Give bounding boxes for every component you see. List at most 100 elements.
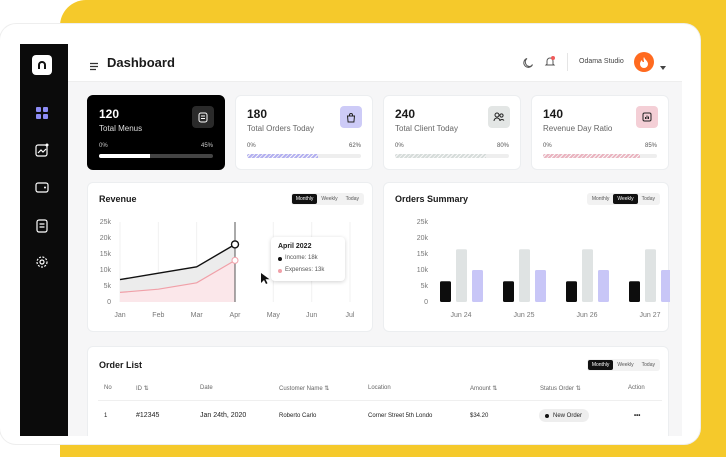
- stat-label: Total Menus: [99, 124, 143, 133]
- stat-card-total-menus[interactable]: 120 Total Menus 0% 45%: [87, 95, 225, 170]
- row-location: Corner Street 5th Londo: [368, 413, 433, 419]
- x-tick-label: May: [267, 312, 281, 319]
- order-list-period-tabs: Monthly Weekly Today: [586, 359, 660, 371]
- app-screen: Dashboard Odama Studio 120 Total Menus 0…: [20, 44, 682, 436]
- sort-icon[interactable]: ⇅: [144, 386, 149, 392]
- row-action-button[interactable]: •••: [634, 413, 640, 419]
- stat-value: 180: [247, 107, 268, 121]
- sort-icon[interactable]: ⇅: [492, 386, 497, 392]
- progress-fill: [543, 154, 640, 158]
- wallet-icon[interactable]: [35, 180, 49, 194]
- bag-icon: [340, 106, 362, 128]
- bar: [456, 249, 467, 302]
- header-customer[interactable]: Customer Name ⇅: [279, 385, 329, 392]
- row-id[interactable]: #12345: [136, 412, 159, 419]
- x-tick-label: Mar: [191, 312, 204, 319]
- bar: [519, 249, 530, 302]
- header-id[interactable]: ID ⇅: [136, 385, 149, 392]
- stat-label: Revenue Day Ratio: [543, 124, 613, 133]
- y-tick-label: 5k: [104, 283, 112, 290]
- header-customer-label: Customer Name: [279, 386, 323, 392]
- x-tick-label: Jun 26: [576, 312, 597, 319]
- income-point: [230, 240, 240, 249]
- stat-label: Total Orders Today: [247, 124, 314, 133]
- menu-icon[interactable]: [89, 58, 99, 76]
- header-amount[interactable]: Amount ⇅: [470, 385, 497, 392]
- bar: [629, 281, 640, 302]
- progress-track: [395, 154, 509, 158]
- bar: [598, 270, 609, 302]
- orders-chart: 25k 20k 15k 10k 5k 0 Jun 24 Jun 25 Jun 26 Jun 27: [417, 219, 670, 319]
- bell-icon[interactable]: [544, 55, 556, 73]
- users-icon: [488, 106, 510, 128]
- stat-card-total-orders[interactable]: 180 Total Orders Today 0% 62%: [235, 95, 373, 170]
- x-tick-label: Jun 27: [639, 312, 660, 319]
- tooltip-expenses: Expenses: 13k: [285, 267, 325, 273]
- y-tick-label: 10k: [417, 267, 429, 274]
- header-action: Action: [628, 385, 645, 391]
- row-date: Jan 24th, 2020: [200, 412, 247, 419]
- revenue-tooltip: April 2022 Income: 18k Expenses: 13k: [271, 237, 345, 281]
- bar: [503, 281, 514, 302]
- stat-value: 240: [395, 107, 416, 121]
- page-title: Dashboard: [107, 55, 175, 70]
- x-tick-label: Jan: [114, 312, 125, 319]
- progress-track: [99, 154, 213, 158]
- stat-card-total-client[interactable]: 240 Total Client Today 0% 80%: [383, 95, 521, 170]
- divider: [567, 53, 568, 71]
- sidebar: [20, 44, 68, 436]
- grid-icon[interactable]: [35, 106, 49, 120]
- analytics-icon[interactable]: [35, 143, 49, 157]
- expenses-point: [231, 256, 239, 264]
- tooltip-title: April 2022: [278, 243, 312, 250]
- avatar[interactable]: [634, 52, 654, 72]
- progress-fill: [395, 154, 487, 158]
- tooltip-income: Income: 18k: [285, 255, 318, 261]
- sort-icon[interactable]: ⇅: [324, 386, 329, 392]
- progress-start: 0%: [395, 143, 404, 149]
- order-list-card: Order List Monthly Weekly Today: [87, 346, 669, 436]
- y-tick-label: 20k: [100, 235, 112, 242]
- y-tick-label: 25k: [100, 219, 112, 226]
- header-date: Date: [200, 385, 213, 391]
- menu-list-icon: [192, 106, 214, 128]
- header-location: Location: [368, 385, 391, 391]
- stat-card-revenue-ratio[interactable]: 140 Revenue Day Ratio 0% 85%: [531, 95, 669, 170]
- row-no: 1: [104, 413, 108, 419]
- document-icon[interactable]: [35, 219, 49, 233]
- tab-weekly[interactable]: Weekly: [613, 360, 637, 370]
- app-logo[interactable]: [32, 55, 52, 75]
- progress-fill: [99, 154, 151, 158]
- revenue-card: Revenue Monthly Weekly Today 25k 20k 15k 10…: [87, 182, 373, 332]
- settings-icon[interactable]: [35, 255, 49, 269]
- user-name[interactable]: Odama Studio: [579, 58, 624, 65]
- y-tick-label: 15k: [417, 251, 429, 258]
- income-dot: [278, 257, 282, 261]
- header-id-label: ID: [136, 386, 142, 392]
- progress-start: 0%: [247, 143, 256, 149]
- bar: [661, 270, 670, 302]
- bar: [472, 270, 483, 302]
- chevron-down-icon[interactable]: [659, 58, 667, 76]
- orders-summary-card: Orders Summary Monthly Weekly Today 25k 2…: [383, 182, 670, 332]
- bar: [566, 281, 577, 302]
- x-tick-label: Jun 25: [513, 312, 534, 319]
- stat-label: Total Client Today: [395, 124, 458, 133]
- y-tick-label: 10k: [100, 267, 112, 274]
- moon-icon[interactable]: [522, 56, 534, 74]
- y-tick-label: 20k: [417, 235, 429, 242]
- topbar: Dashboard Odama Studio: [68, 44, 682, 82]
- header-status[interactable]: Status Order ⇅: [540, 385, 581, 392]
- cursor-icon: [261, 273, 270, 284]
- bar-chart-icon: [636, 106, 658, 128]
- stat-value: 120: [99, 107, 120, 121]
- progress-start: 0%: [543, 143, 552, 149]
- tab-monthly[interactable]: Monthly: [587, 360, 614, 370]
- bar: [440, 281, 451, 302]
- progress-end: 80%: [496, 143, 509, 149]
- progress-track: [543, 154, 657, 158]
- stat-value: 140: [543, 107, 564, 121]
- y-tick-label: 25k: [417, 219, 429, 226]
- tab-today[interactable]: Today: [638, 360, 659, 370]
- sort-icon[interactable]: ⇅: [576, 386, 581, 392]
